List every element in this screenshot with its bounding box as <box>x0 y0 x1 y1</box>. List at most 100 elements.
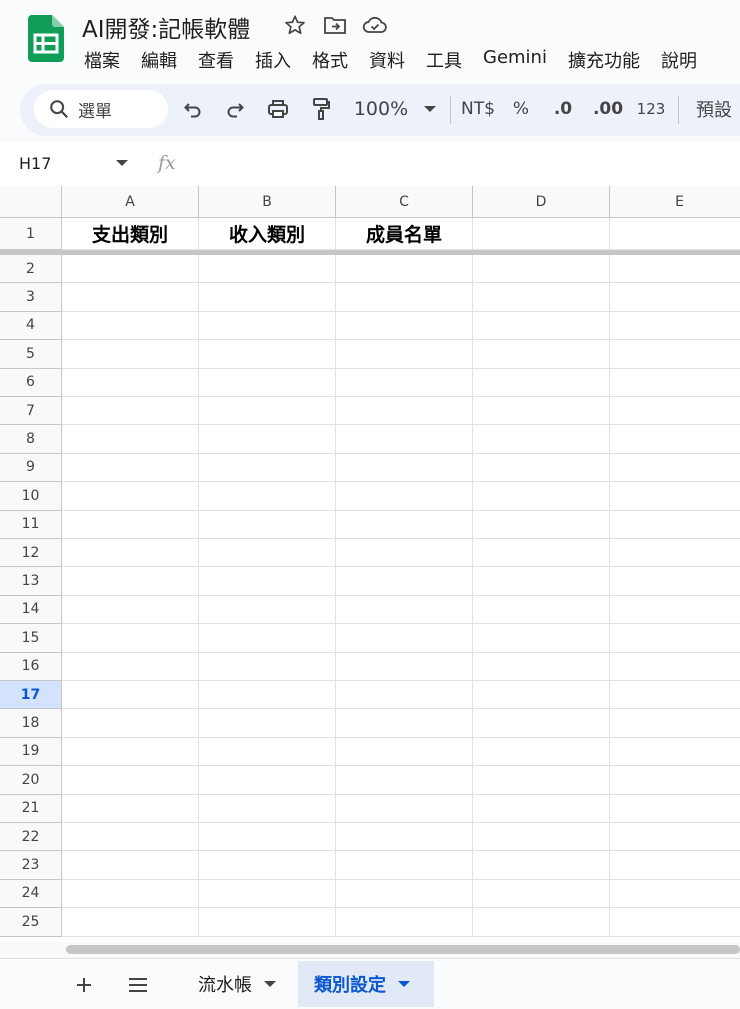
print-button[interactable] <box>264 94 292 124</box>
cell-c10[interactable] <box>336 482 473 511</box>
cell-c16[interactable] <box>336 652 473 681</box>
menu-help[interactable]: 說明 <box>661 47 697 73</box>
cell-d11[interactable] <box>473 510 610 539</box>
row-header-2[interactable]: 2 <box>0 255 62 284</box>
cell-e15[interactable] <box>610 624 740 653</box>
column-header-a[interactable]: A <box>62 186 199 218</box>
cell-d22[interactable] <box>473 823 610 852</box>
cell-e18[interactable] <box>610 709 740 738</box>
cell-d8[interactable] <box>473 425 610 454</box>
cell-d1[interactable] <box>473 218 610 250</box>
caret-down-icon[interactable] <box>264 981 276 987</box>
cell-d10[interactable] <box>473 482 610 511</box>
cell-b14[interactable] <box>199 595 336 625</box>
column-header-d[interactable]: D <box>473 186 610 218</box>
cell-b3[interactable] <box>199 283 336 312</box>
row-header-14[interactable]: 14 <box>0 595 62 625</box>
star-icon[interactable] <box>282 12 308 38</box>
cell-b8[interactable] <box>199 425 336 454</box>
column-header-c[interactable]: C <box>336 186 473 218</box>
cell-b19[interactable] <box>199 737 336 767</box>
menu-view[interactable]: 查看 <box>198 47 234 73</box>
cell-d25[interactable] <box>473 908 610 937</box>
move-folder-icon[interactable] <box>322 12 348 38</box>
cell-e6[interactable] <box>610 369 740 397</box>
cell-c3[interactable] <box>336 283 473 312</box>
cell-b22[interactable] <box>199 823 336 852</box>
row-header-24[interactable]: 24 <box>0 879 62 909</box>
cell-a25[interactable] <box>62 908 199 937</box>
row-header-4[interactable]: 4 <box>0 311 62 341</box>
percent-format-button[interactable]: % <box>510 94 532 124</box>
cell-a2[interactable] <box>62 255 199 284</box>
cell-b12[interactable] <box>199 539 336 568</box>
menu-edit[interactable]: 編輯 <box>141 47 177 73</box>
cell-e5[interactable] <box>610 340 740 369</box>
cell-a14[interactable] <box>62 595 199 625</box>
cell-c24[interactable] <box>336 879 473 909</box>
cell-e11[interactable] <box>610 511 740 539</box>
cell-d5[interactable] <box>473 340 610 369</box>
cell-e2[interactable] <box>610 255 740 284</box>
cell-b21[interactable] <box>199 794 336 823</box>
cell-d16[interactable] <box>473 652 610 681</box>
cell-b1[interactable]: 收入類別 <box>199 218 336 250</box>
cell-d21[interactable] <box>473 794 610 823</box>
cell-b18[interactable] <box>199 709 336 738</box>
row-header-17[interactable]: 17 <box>0 681 62 710</box>
cell-a12[interactable] <box>62 539 199 568</box>
cell-e1[interactable] <box>610 218 740 250</box>
cell-a19[interactable] <box>62 737 199 767</box>
cell-c17[interactable] <box>336 681 473 710</box>
row-header-9[interactable]: 9 <box>0 453 62 483</box>
column-header-e[interactable]: E <box>610 186 740 218</box>
row-header-6[interactable]: 6 <box>0 368 62 397</box>
cell-e23[interactable] <box>610 851 740 880</box>
row-header-25[interactable]: 25 <box>0 908 62 937</box>
decrease-decimal-button[interactable]: .0 <box>550 94 576 124</box>
row-header-15[interactable]: 15 <box>0 624 62 653</box>
cell-d23[interactable] <box>473 851 610 880</box>
cell-c12[interactable] <box>336 539 473 568</box>
increase-decimal-button[interactable]: .00 <box>592 94 624 124</box>
cell-a6[interactable] <box>62 368 199 397</box>
spreadsheet-grid[interactable]: A B C D E 1 支出類別 收入類別 成員名單 2 3 4 5 6 7 8 9 10 11 12 13 14 15 16… <box>0 186 740 942</box>
cell-e10[interactable] <box>610 482 740 511</box>
cell-e3[interactable] <box>610 283 740 312</box>
number-format-button[interactable]: 123 <box>636 94 666 124</box>
cell-a10[interactable] <box>62 482 199 511</box>
cell-c7[interactable] <box>336 397 473 426</box>
cell-c14[interactable] <box>336 595 473 625</box>
document-title[interactable]: AI開發:記帳軟體 <box>82 10 250 44</box>
cell-e19[interactable] <box>610 738 740 767</box>
cell-b5[interactable] <box>199 340 336 369</box>
row-header-1[interactable]: 1 <box>0 218 62 250</box>
menu-tools[interactable]: 工具 <box>426 47 462 73</box>
cell-b6[interactable] <box>199 368 336 397</box>
cell-c20[interactable] <box>336 766 473 795</box>
select-all-corner[interactable] <box>0 186 62 218</box>
cell-b4[interactable] <box>199 311 336 341</box>
cell-e14[interactable] <box>610 596 740 625</box>
cell-b2[interactable] <box>199 255 336 284</box>
cell-c4[interactable] <box>336 311 473 341</box>
cell-e16[interactable] <box>610 653 740 681</box>
cell-e24[interactable] <box>610 880 740 909</box>
row-header-13[interactable]: 13 <box>0 567 62 596</box>
all-sheets-button[interactable] <box>124 971 152 999</box>
cell-d19[interactable] <box>473 737 610 767</box>
cell-d9[interactable] <box>473 453 610 483</box>
name-box-caret-icon[interactable] <box>116 160 128 166</box>
cell-a9[interactable] <box>62 453 199 483</box>
cell-d14[interactable] <box>473 595 610 625</box>
menu-search[interactable]: 選單 <box>34 90 168 128</box>
currency-format-button[interactable]: NT$ <box>460 94 496 124</box>
cell-e13[interactable] <box>610 567 740 596</box>
row-header-11[interactable]: 11 <box>0 510 62 539</box>
menu-gemini[interactable]: Gemini <box>483 47 547 73</box>
cell-c5[interactable] <box>336 340 473 369</box>
cell-d12[interactable] <box>473 539 610 568</box>
cell-c21[interactable] <box>336 794 473 823</box>
cell-e9[interactable] <box>610 454 740 483</box>
cell-a17[interactable] <box>62 681 199 710</box>
